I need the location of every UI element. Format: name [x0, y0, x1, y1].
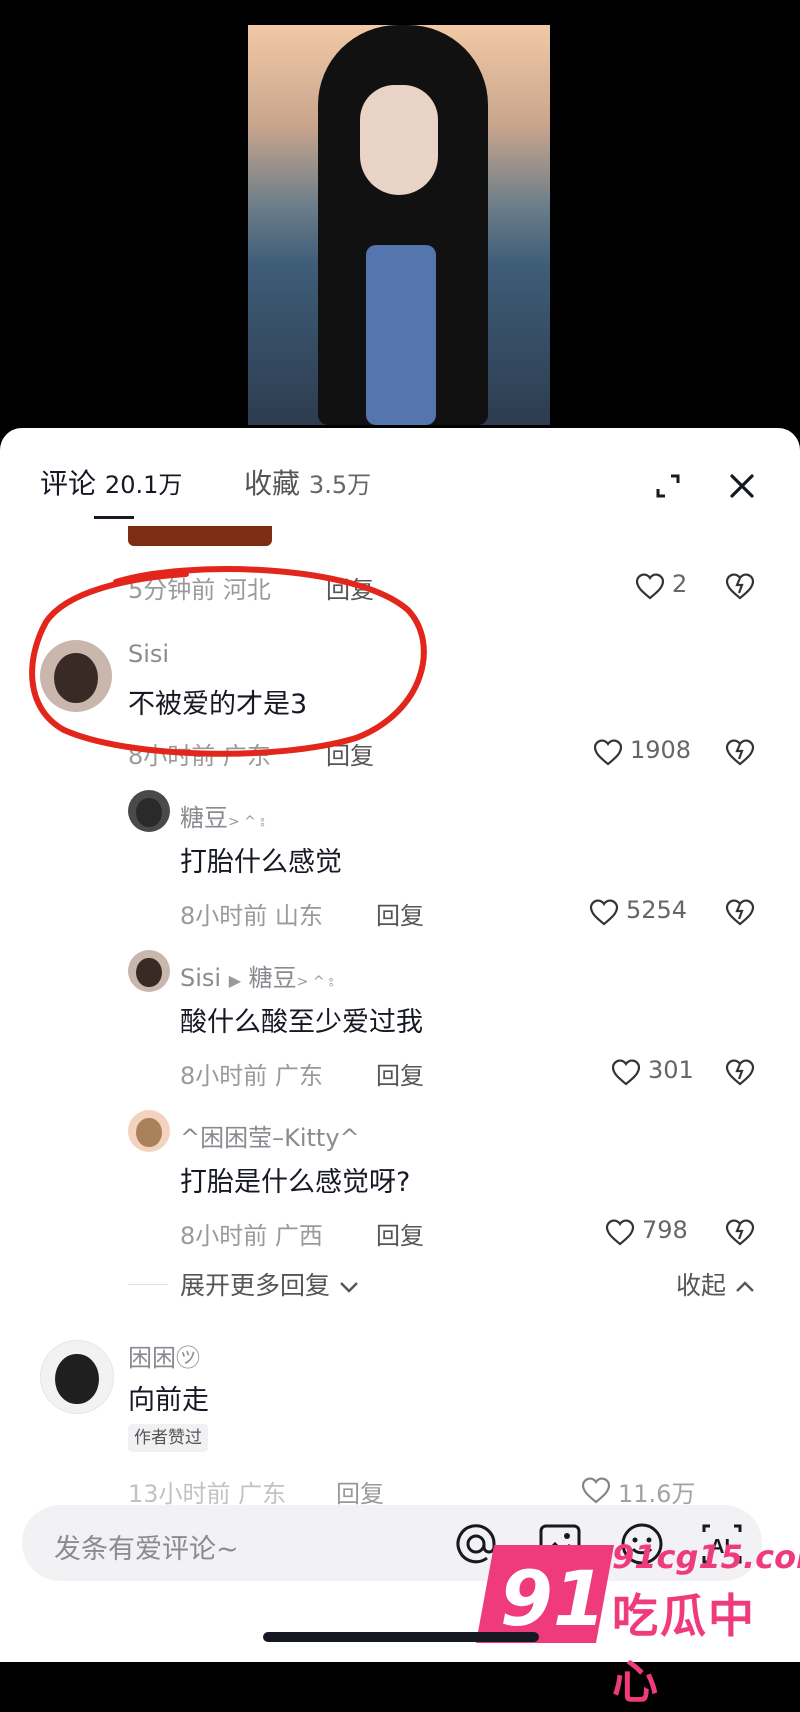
avatar[interactable] — [40, 1340, 114, 1414]
reply-author-suffix: > ^ ⦂ — [228, 814, 265, 830]
dislike-icon[interactable] — [724, 736, 756, 768]
reply-meta: 8小时前 广西 — [180, 1222, 323, 1250]
chevron-down-icon — [338, 1271, 360, 1300]
reply-author[interactable]: ^困困莹–Kitty^ — [180, 1118, 360, 1153]
reply-author-suffix: > ^ ⦂ — [296, 974, 334, 990]
watermark-number: 91 — [500, 1554, 606, 1643]
home-indicator — [263, 1632, 539, 1642]
tab-favorites-count: 3.5万 — [308, 471, 372, 499]
reply-text: 打胎是什么感觉呀? — [180, 1167, 411, 1198]
expand-label: 展开更多回复 — [180, 1271, 331, 1300]
avatar[interactable] — [128, 950, 170, 992]
heart-icon[interactable] — [580, 1474, 612, 1506]
expand-more-replies[interactable]: 展开更多回复 — [180, 1266, 360, 1302]
watermark-logo: 91 — [476, 1545, 614, 1643]
heart-icon[interactable] — [592, 736, 624, 768]
avatar[interactable] — [128, 1110, 170, 1152]
reply-text: 打胎什么感觉 — [180, 847, 342, 878]
avatar[interactable] — [128, 790, 170, 832]
video-subject-face — [360, 85, 438, 195]
video-thumbnail[interactable] — [248, 25, 550, 425]
partial-sticker — [128, 526, 272, 546]
dislike-icon[interactable] — [724, 1056, 756, 1088]
reply-button[interactable]: 回复 — [376, 896, 424, 931]
reply-author-name: Sisi — [180, 964, 222, 992]
expand-icon[interactable] — [650, 468, 686, 504]
reply-author[interactable]: Sisi ▶ 糖豆> ^ ⦂ — [180, 958, 333, 993]
tab-favorites-label: 收藏 — [244, 467, 301, 500]
like-count: 301 — [648, 1056, 694, 1084]
comment-text: 向前走 — [128, 1385, 209, 1416]
video-subject-dress — [366, 245, 436, 425]
heart-icon[interactable] — [634, 570, 666, 602]
reply-button[interactable]: 回复 — [376, 1056, 424, 1091]
tab-comments[interactable]: 评论 20.1万 — [40, 462, 182, 502]
dislike-icon[interactable] — [724, 896, 756, 928]
dislike-icon[interactable] — [724, 570, 756, 602]
red-annotation-circle — [29, 566, 427, 757]
like-count: 11.6万 — [618, 1480, 696, 1508]
dislike-icon[interactable] — [724, 1216, 756, 1248]
reply-button[interactable]: 回复 — [376, 1216, 424, 1251]
reply-button[interactable]: 回复 — [336, 1474, 384, 1509]
reply-arrow-icon: ▶ — [228, 971, 242, 990]
tab-comments-count: 20.1万 — [104, 471, 183, 499]
watermark-title: 吃瓜中心 — [612, 1589, 756, 1709]
like-count: 1908 — [630, 736, 692, 764]
reply-author[interactable]: 糖豆> ^ ⦂ — [180, 798, 265, 833]
heart-icon[interactable] — [610, 1056, 642, 1088]
reply-meta: 8小时前 山东 — [180, 902, 323, 930]
reply-author-name: 糖豆 — [180, 804, 228, 832]
comment-author-name: 困困 — [128, 1344, 176, 1372]
tab-favorites[interactable]: 收藏 3.5万 — [244, 462, 371, 502]
reply-meta: 8小时前 广东 — [180, 1062, 323, 1090]
reply-target-name: 糖豆 — [248, 964, 297, 992]
chevron-up-icon — [734, 1271, 756, 1300]
collapse-label: 收起 — [676, 1271, 727, 1300]
close-icon[interactable] — [724, 468, 760, 504]
comment-input[interactable]: 发条有爱评论~ — [54, 1527, 239, 1566]
tab-comments-label: 评论 — [40, 467, 97, 500]
divider — [128, 1284, 168, 1285]
like-count: 2 — [672, 570, 688, 598]
reply-text: 酸什么酸至少爱过我 — [180, 1007, 423, 1038]
heart-icon[interactable] — [588, 896, 620, 928]
comment-author[interactable]: 困困㋡ — [128, 1338, 200, 1373]
collapse-replies[interactable]: 收起 — [676, 1266, 756, 1302]
author-liked-tag: 作者赞过 — [128, 1424, 208, 1452]
user-badge-icon: ㋡ — [176, 1344, 200, 1372]
like-count: 798 — [642, 1216, 688, 1244]
comment-meta: 13小时前 广东 — [128, 1480, 287, 1508]
heart-icon[interactable] — [604, 1216, 636, 1248]
watermark-domain: 91cg15.com — [612, 1538, 800, 1576]
active-tab-indicator — [94, 516, 134, 519]
like-count: 5254 — [626, 896, 688, 924]
